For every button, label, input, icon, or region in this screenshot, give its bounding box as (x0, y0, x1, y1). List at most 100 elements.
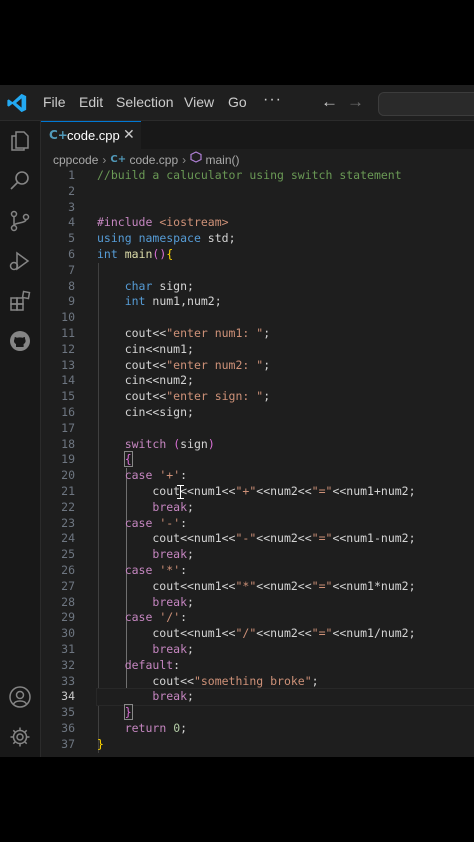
line-number: 15 (61, 389, 75, 404)
line-number: 30 (61, 626, 75, 641)
code-line[interactable]: cin<<sign; (97, 405, 194, 419)
menu-file[interactable]: File (43, 94, 66, 110)
line-number: 18 (61, 436, 75, 451)
breadcrumb-file[interactable]: code.cpp (129, 153, 178, 167)
line-number: 9 (68, 294, 75, 309)
code-line[interactable]: { (97, 451, 133, 468)
code-line[interactable]: default: (97, 658, 180, 672)
account-icon[interactable] (8, 685, 32, 709)
line-number: 22 (61, 499, 75, 514)
code-line[interactable]: case '/': (97, 610, 187, 624)
line-number: 29 (61, 610, 75, 625)
tab-bar: C+ code.cpp ✕ (41, 121, 474, 150)
forward-arrow-icon[interactable]: → (347, 92, 364, 112)
extensions-icon[interactable] (8, 289, 32, 313)
code-line[interactable]: int main(){ (97, 247, 173, 261)
code-line[interactable]: cout<<num1<<"+"<<num2<<"="<<num1+num2; (97, 484, 415, 498)
line-number: 1 (68, 168, 75, 182)
breadcrumb-folder[interactable]: cppcode (53, 153, 98, 167)
line-number: 23 (61, 515, 75, 530)
run-debug-icon[interactable] (8, 249, 32, 273)
settings-gear-icon[interactable] (8, 725, 32, 749)
cpp-file-icon: C+ (49, 128, 68, 142)
chevron-right-icon: › (182, 152, 187, 167)
line-number: 27 (61, 578, 75, 593)
code-line[interactable]: cout<<"enter sign: "; (97, 389, 270, 403)
line-number: 36 (61, 721, 75, 735)
line-number: 16 (61, 405, 75, 419)
line-number: 37 (61, 736, 75, 751)
more-menu-button[interactable]: ··· (263, 91, 282, 109)
cpp-file-icon: C+ (110, 154, 127, 166)
method-symbol-icon (190, 151, 202, 163)
menu-selection[interactable]: Selection (116, 94, 174, 110)
code-line[interactable]: break; (97, 547, 194, 561)
line-number: 28 (61, 594, 75, 609)
code-line[interactable]: cout<<num1<<"-"<<num2<<"="<<num1-num2; (97, 531, 415, 545)
files-icon[interactable] (8, 129, 32, 153)
code-line[interactable]: cout<<"something broke"; (97, 674, 318, 688)
code-line[interactable]: case '-': (97, 516, 187, 530)
line-number: 19 (61, 452, 75, 467)
title-bar: File Edit Selection View Go ··· ← → (0, 85, 474, 121)
code-line[interactable]: } (97, 704, 133, 721)
menu-edit[interactable]: Edit (79, 94, 103, 110)
code-line[interactable]: cin<<num1; (97, 342, 194, 356)
chevron-right-icon: › (102, 152, 107, 167)
menu-go[interactable]: Go (228, 94, 247, 110)
line-number: 2 (68, 183, 75, 198)
code-line[interactable]: cout<<"enter num1: "; (97, 326, 270, 340)
code-line[interactable]: return 0; (97, 721, 187, 735)
line-number: 17 (61, 420, 75, 435)
line-number: 25 (61, 547, 75, 562)
code-line[interactable]: break; (97, 595, 194, 609)
command-center-search[interactable] (378, 92, 474, 116)
line-number: 20 (61, 468, 75, 483)
line-number: 11 (61, 326, 75, 340)
line-number: 34 (61, 689, 75, 704)
line-number: 13 (61, 357, 75, 372)
line-number: 6 (68, 247, 75, 261)
line-number: 4 (68, 215, 75, 230)
code-line[interactable]: break; (97, 689, 194, 703)
code-line[interactable]: switch (sign) (97, 437, 215, 451)
line-number: 3 (68, 199, 75, 214)
back-arrow-icon[interactable]: ← (321, 92, 338, 112)
code-line[interactable]: cin<<num2; (97, 373, 194, 387)
code-editor[interactable]: 1 //build a caluculator using switch stat… (41, 167, 474, 757)
code-line[interactable]: case '+': (97, 468, 187, 482)
line-number: 10 (61, 310, 75, 325)
line-number: 31 (61, 642, 75, 656)
vscode-window: File Edit Selection View Go ··· ← → C+ c… (0, 85, 474, 757)
code-line[interactable]: int num1,num2; (97, 294, 222, 308)
line-number: 35 (61, 705, 75, 720)
line-number: 24 (61, 531, 75, 546)
line-number: 21 (61, 484, 75, 498)
tab-code-cpp[interactable]: C+ code.cpp ✕ (41, 121, 141, 150)
close-icon[interactable]: ✕ (123, 126, 135, 143)
code-line[interactable]: char sign; (97, 279, 194, 293)
github-icon[interactable] (8, 329, 32, 353)
line-number: 14 (61, 373, 75, 388)
code-line[interactable]: //build a caluculator using switch state… (97, 168, 402, 182)
line-number: 32 (61, 657, 75, 672)
menu-view[interactable]: View (184, 94, 214, 110)
code-line[interactable]: using namespace std; (97, 231, 236, 245)
code-line[interactable]: } (97, 737, 104, 751)
activity-bar (0, 121, 41, 757)
search-icon[interactable] (8, 169, 32, 193)
line-number: 8 (68, 278, 75, 293)
line-number: 5 (68, 231, 75, 246)
code-line[interactable]: cout<<num1<<"*"<<num2<<"="<<num1*num2; (97, 579, 415, 593)
code-line[interactable]: case '*': (97, 563, 187, 577)
line-number: 7 (68, 262, 75, 277)
code-line[interactable]: break; (97, 642, 194, 656)
code-line[interactable]: #include <iostream> (97, 215, 229, 229)
code-line[interactable]: break; (97, 500, 194, 514)
tab-label: code.cpp (67, 128, 120, 143)
code-line[interactable]: cout<<"enter num2: "; (97, 358, 270, 372)
line-number: 12 (61, 341, 75, 356)
breadcrumb-symbol[interactable]: main() (205, 153, 239, 167)
code-line[interactable]: cout<<num1<<"/"<<num2<<"="<<num1/num2; (97, 626, 415, 640)
source-control-icon[interactable] (8, 209, 32, 233)
